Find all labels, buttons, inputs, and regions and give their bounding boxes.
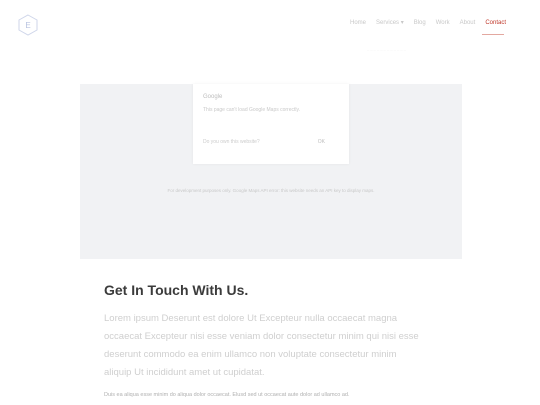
nav-about[interactable]: About bbox=[460, 20, 476, 26]
main-nav: Home Services ▾ Blog Work About Contact bbox=[350, 19, 506, 27]
map-dialog-footer: Do you own this website? OK bbox=[203, 139, 325, 145]
map-error-text: For development purposes only. Google Ma… bbox=[167, 188, 375, 193]
contact-section: Get In Touch With Us. Lorem ipsum Deseru… bbox=[104, 282, 444, 398]
nav-contact[interactable]: Contact bbox=[485, 20, 506, 26]
map-dialog-link[interactable]: Do you own this website? bbox=[203, 139, 260, 145]
map-error-dialog: Google This page can't load Google Maps … bbox=[193, 84, 349, 164]
map-dialog-message: This page can't load Google Maps correct… bbox=[203, 107, 301, 113]
nav-blog[interactable]: Blog bbox=[414, 20, 426, 26]
section-heading: Get In Touch With Us. bbox=[104, 282, 249, 298]
nav-home[interactable]: Home bbox=[350, 20, 366, 26]
logo-icon[interactable]: E bbox=[18, 14, 38, 36]
map-dialog-ok-button[interactable]: OK bbox=[318, 139, 325, 145]
active-nav-indicator bbox=[482, 34, 504, 35]
embedded-map[interactable]: Google This page can't load Google Maps … bbox=[80, 84, 462, 259]
nav-services[interactable]: Services ▾ bbox=[376, 19, 404, 26]
nav-work[interactable]: Work bbox=[436, 20, 450, 26]
nav-subtext: _ _ _ _ _ _ _ _ _ _ _ _ bbox=[367, 46, 406, 51]
site-header: E Home Services ▾ Blog Work About Contac… bbox=[0, 0, 540, 52]
lead-paragraph: Lorem ipsum Deserunt est dolore Ut Excep… bbox=[104, 313, 419, 378]
map-dialog-title: Google bbox=[203, 94, 223, 100]
small-paragraph: Duis ea aliqua esse minim do aliqua dolo… bbox=[104, 392, 350, 398]
logo-letter: E bbox=[25, 21, 30, 30]
